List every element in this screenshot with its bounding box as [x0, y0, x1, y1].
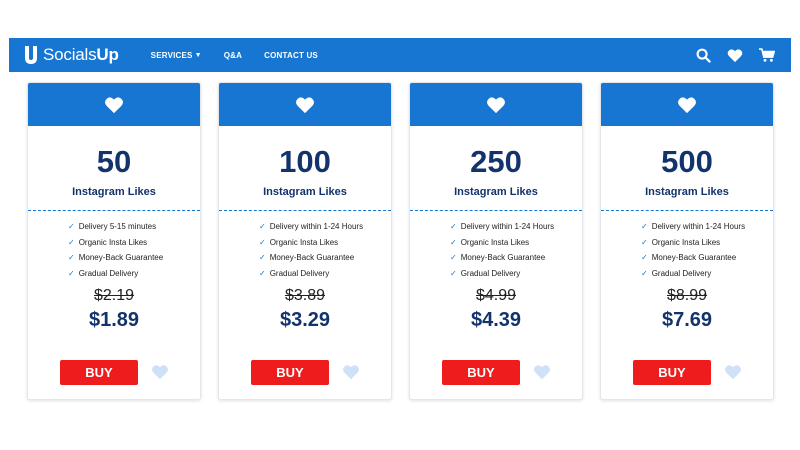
- card-actions: BUY: [219, 360, 391, 386]
- old-price: $4.99: [475, 287, 517, 304]
- feature-item: ✓ Money-Back Guarantee: [450, 250, 582, 266]
- check-icon: ✓: [259, 253, 266, 262]
- brand-logo[interactable]: SocialsUp: [23, 38, 119, 72]
- divider: [28, 210, 200, 211]
- nav-contact-us[interactable]: CONTACT US: [264, 51, 318, 60]
- buy-button[interactable]: BUY: [251, 360, 329, 385]
- package-quantity: 500: [661, 144, 713, 179]
- feature-item: ✓ Delivery within 1-24 Hours: [641, 219, 773, 235]
- package-quantity: 50: [96, 144, 132, 179]
- feature-item: ✓ Delivery within 1-24 Hours: [450, 219, 582, 235]
- main-nav: SERVICES ▼ Q&A CONTACT US: [151, 51, 340, 60]
- brand-name: SocialsUp: [43, 45, 119, 64]
- feature-item: ✓ Delivery within 1-24 Hours: [259, 219, 391, 235]
- check-icon: ✓: [641, 237, 648, 247]
- package-label: Instagram Likes: [454, 186, 538, 198]
- check-icon: ✓: [259, 268, 266, 278]
- check-icon: ✓: [68, 222, 75, 231]
- heart-icon[interactable]: [727, 47, 743, 63]
- pricing-card: 250 Instagram Likes ✓ Delivery within 1-2…: [409, 82, 583, 400]
- feature-item: ✓ Money-Back Guarantee: [641, 250, 773, 266]
- current-price: $4.39: [470, 309, 522, 331]
- divider: [219, 210, 391, 211]
- pricing-card: 500 Instagram Likes ✓ Delivery within 1-2…: [600, 82, 774, 400]
- check-icon: ✓: [450, 222, 457, 231]
- check-icon: ✓: [68, 253, 75, 262]
- package-quantity: 100: [279, 144, 331, 179]
- buy-button[interactable]: BUY: [633, 360, 711, 385]
- nav-services[interactable]: SERVICES ▼: [151, 51, 202, 60]
- package-quantity: 250: [470, 144, 522, 179]
- nav-icon-group: [695, 47, 775, 63]
- current-price: $3.29: [279, 309, 331, 331]
- check-icon: ✓: [259, 237, 266, 247]
- package-label: Instagram Likes: [263, 186, 347, 198]
- feature-item: ✓ Money-Back Guarantee: [68, 250, 200, 266]
- card-actions: BUY: [410, 360, 582, 386]
- nav-qa-label: Q&A: [223, 50, 243, 60]
- heart-icon: [105, 96, 123, 113]
- feature-item: ✓ Gradual Delivery: [259, 266, 391, 282]
- pricing-card: 100 Instagram Likes ✓ Delivery within 1-2…: [218, 82, 392, 400]
- divider: [410, 210, 582, 211]
- check-icon: ✓: [641, 222, 648, 231]
- check-icon: ✓: [68, 237, 75, 247]
- check-icon: ✓: [450, 253, 457, 262]
- wishlist-heart-icon[interactable]: [151, 363, 169, 381]
- logo-mark-icon: [25, 46, 37, 64]
- feature-item: ✓ Gradual Delivery: [641, 266, 773, 282]
- feature-item: ✓ Money-Back Guarantee: [259, 250, 391, 266]
- card-actions: BUY: [28, 360, 200, 386]
- nav-services-label: SERVICES: [150, 50, 193, 60]
- old-price: $8.99: [666, 287, 708, 304]
- card-header: [601, 83, 773, 126]
- feature-item: ✓ Organic Insta Likes: [450, 235, 582, 251]
- cart-icon[interactable]: [759, 47, 775, 63]
- check-icon: ✓: [259, 222, 266, 231]
- feature-item: ✓ Gradual Delivery: [450, 266, 582, 282]
- buy-button[interactable]: BUY: [442, 360, 520, 385]
- wishlist-heart-icon[interactable]: [533, 363, 551, 381]
- search-icon[interactable]: [695, 47, 711, 63]
- feature-item: ✓ Delivery 5-15 minutes: [68, 219, 200, 235]
- check-icon: ✓: [68, 268, 75, 278]
- current-price: $7.69: [661, 309, 713, 331]
- chevron-down-icon: ▼: [194, 51, 202, 59]
- top-navbar: SocialsUp SERVICES ▼ Q&A CONTACT US: [9, 38, 791, 72]
- heart-icon: [487, 96, 505, 113]
- feature-item: ✓ Organic Insta Likes: [641, 235, 773, 251]
- wishlist-heart-icon[interactable]: [342, 363, 360, 381]
- card-actions: BUY: [601, 360, 773, 386]
- check-icon: ✓: [450, 237, 457, 247]
- divider: [601, 210, 773, 211]
- pricing-cards: 50 Instagram Likes ✓ Delivery 5-15 minute…: [27, 82, 775, 402]
- card-header: [28, 83, 200, 126]
- nav-qa[interactable]: Q&A: [224, 51, 242, 60]
- heart-icon: [678, 96, 696, 113]
- package-label: Instagram Likes: [72, 186, 156, 198]
- check-icon: ✓: [641, 268, 648, 278]
- heart-icon: [296, 96, 314, 113]
- nav-contact-label: CONTACT US: [264, 50, 318, 60]
- current-price: $1.89: [88, 309, 140, 331]
- package-label: Instagram Likes: [645, 186, 729, 198]
- old-price: $2.19: [93, 287, 135, 304]
- wishlist-heart-icon[interactable]: [724, 363, 742, 381]
- card-header: [219, 83, 391, 126]
- card-header: [410, 83, 582, 126]
- feature-list: ✓ Delivery within 1-24 Hours ✓ Organic Ins…: [641, 219, 773, 281]
- feature-item: ✓ Organic Insta Likes: [68, 235, 200, 251]
- buy-button[interactable]: BUY: [60, 360, 138, 385]
- feature-list: ✓ Delivery 5-15 minutes ✓ Organic Insta Li…: [68, 219, 200, 281]
- feature-item: ✓ Organic Insta Likes: [259, 235, 391, 251]
- feature-item: ✓ Gradual Delivery: [68, 266, 200, 282]
- check-icon: ✓: [641, 253, 648, 262]
- pricing-card: 50 Instagram Likes ✓ Delivery 5-15 minute…: [27, 82, 201, 400]
- check-icon: ✓: [450, 268, 457, 278]
- old-price: $3.89: [284, 287, 326, 304]
- feature-list: ✓ Delivery within 1-24 Hours ✓ Organic Ins…: [450, 219, 582, 281]
- feature-list: ✓ Delivery within 1-24 Hours ✓ Organic Ins…: [259, 219, 391, 281]
